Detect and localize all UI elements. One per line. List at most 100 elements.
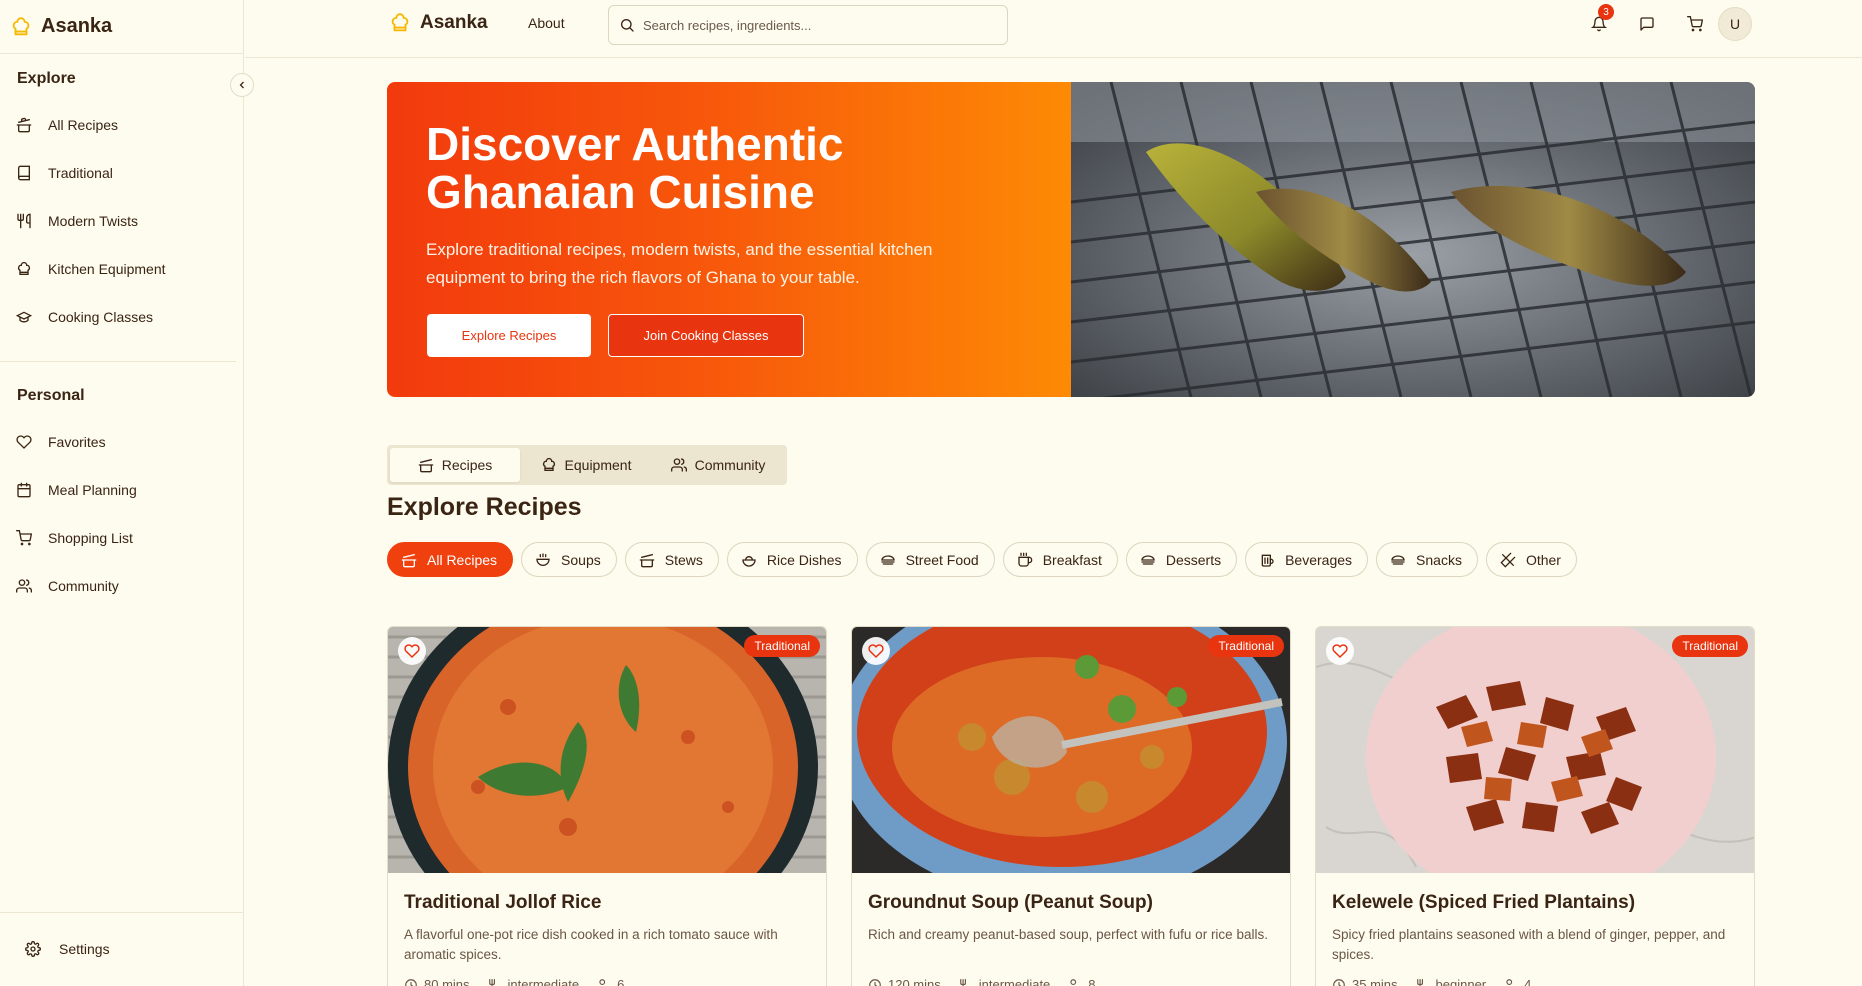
sidebar-item-label: Settings xyxy=(59,941,110,957)
hero-image-grilled-plantains xyxy=(1070,82,1755,397)
header-brand-name: Asanka xyxy=(420,12,488,33)
explore-recipes-button[interactable]: Explore Recipes xyxy=(427,314,591,357)
chip-stews[interactable]: Stews xyxy=(624,542,719,577)
tab-label: Recipes xyxy=(441,457,493,473)
sidebar-item-favorites[interactable]: Favorites xyxy=(16,430,106,454)
recipe-image-jollof-rice: Traditional xyxy=(388,627,826,873)
recipe-description: Rich and creamy peanut-based soup, perfe… xyxy=(868,927,1268,942)
chip-all-recipes[interactable]: All Recipes xyxy=(387,542,514,577)
pot-icon xyxy=(639,553,655,567)
tab-equipment[interactable]: Equipment xyxy=(520,448,652,482)
recipe-meta: 80 mins intermediate 6 xyxy=(404,977,624,986)
recipe-card[interactable]: Traditional Groundnut Soup (Peanut Soup)… xyxy=(851,626,1291,986)
explore-section-title: Explore xyxy=(17,70,76,87)
sidebar-item-modern-twists[interactable]: Modern Twists xyxy=(16,209,138,233)
recipe-title[interactable]: Kelewele (Spiced Fried Plantains) xyxy=(1332,892,1635,914)
chip-label: All Recipes xyxy=(427,551,498,568)
chef-hat-icon xyxy=(18,262,30,275)
sidebar-item-label: All Recipes xyxy=(48,117,119,133)
notifications-button[interactable]: 3 xyxy=(1587,4,1614,36)
soup-bowl-icon xyxy=(536,552,550,566)
sidebar-item-community[interactable]: Community xyxy=(16,574,119,598)
favorite-button[interactable] xyxy=(1326,637,1354,665)
recipe-card[interactable]: Traditional Traditional Jollof Rice A fl… xyxy=(387,626,827,986)
favorite-button[interactable] xyxy=(862,637,890,665)
hero-text-panel: Discover Authentic Ghanaian Cuisine Expl… xyxy=(387,82,1071,397)
sidebar-item-traditional[interactable]: Traditional xyxy=(16,161,113,185)
chip-street-food[interactable]: Street Food xyxy=(865,542,995,577)
users-icon xyxy=(670,458,687,472)
difficulty-value: beginner xyxy=(1435,977,1487,986)
sidebar-item-label: Community xyxy=(48,578,119,594)
chip-other[interactable]: Other xyxy=(1485,542,1577,577)
recipe-description: A flavorful one-pot rice dish cooked in … xyxy=(404,927,778,962)
cart-button[interactable] xyxy=(1683,12,1707,36)
heart-icon xyxy=(404,644,420,659)
sidebar-item-kitchen-equipment[interactable]: Kitchen Equipment xyxy=(16,257,166,281)
header-brand[interactable]: Asanka xyxy=(389,12,488,34)
chip-beverages[interactable]: Beverages xyxy=(1245,542,1369,577)
servings-value: 6 xyxy=(617,977,625,986)
tab-recipes[interactable]: Recipes xyxy=(390,448,520,482)
book-icon xyxy=(18,165,30,181)
sidebar-item-label: Traditional xyxy=(48,165,113,181)
personal-section-title: Personal xyxy=(17,387,85,404)
cook-time-value: 35 mins xyxy=(1352,977,1398,986)
sidebar-item-cooking-classes[interactable]: Cooking Classes xyxy=(16,305,153,329)
content-tabs: Recipes Equipment Community xyxy=(387,445,787,485)
sandwich-icon xyxy=(1391,554,1405,565)
servings-value: 8 xyxy=(1088,977,1096,986)
search-icon xyxy=(621,19,634,32)
sidebar-item-all-recipes[interactable]: All Recipes xyxy=(16,113,118,137)
gear-icon xyxy=(25,941,41,957)
chip-label: Desserts xyxy=(1165,551,1222,568)
user-avatar[interactable]: U xyxy=(1718,7,1752,41)
utensils-icon xyxy=(488,978,495,986)
collapse-sidebar-button[interactable] xyxy=(230,73,254,97)
chip-snacks[interactable]: Snacks xyxy=(1376,542,1478,577)
pot-icon xyxy=(16,117,32,133)
chevron-left-icon xyxy=(239,81,244,89)
users-icon xyxy=(1505,978,1514,986)
recipe-description: Spicy fried plantains seasoned with a bl… xyxy=(1332,927,1726,962)
tab-community[interactable]: Community xyxy=(652,448,784,482)
about-link[interactable]: About xyxy=(528,15,565,31)
chip-soups[interactable]: Soups xyxy=(521,542,617,577)
coffee-icon xyxy=(1018,552,1032,567)
chef-hat-logo-icon xyxy=(12,16,30,35)
sidebar-item-shopping-list[interactable]: Shopping List xyxy=(16,526,133,550)
sidebar-item-meal-planning[interactable]: Meal Planning xyxy=(16,478,137,502)
sidebar-item-settings[interactable]: Settings xyxy=(25,937,110,961)
recipe-title[interactable]: Groundnut Soup (Peanut Soup) xyxy=(868,892,1153,914)
sidebar: Asanka Explore All Recipes Traditional M… xyxy=(0,0,254,986)
recipe-title[interactable]: Traditional Jollof Rice xyxy=(404,892,601,914)
join-cooking-classes-button[interactable]: Join Cooking Classes xyxy=(608,314,804,357)
sidebar-footer: Settings xyxy=(0,912,244,986)
clock-icon xyxy=(405,978,417,986)
chip-label: Street Food xyxy=(905,551,979,568)
favorite-button[interactable] xyxy=(398,637,426,665)
cart-icon xyxy=(1687,16,1703,32)
messages-button[interactable] xyxy=(1635,12,1659,36)
chip-label: Snacks xyxy=(1416,551,1462,568)
search-box[interactable] xyxy=(608,5,1008,45)
explore-recipes-heading: Explore Recipes xyxy=(387,493,582,521)
clock-icon xyxy=(869,978,881,986)
difficulty: intermediate xyxy=(959,977,1051,986)
utensils-icon xyxy=(1416,978,1423,986)
sidebar-item-label: Kitchen Equipment xyxy=(48,261,166,277)
difficulty-value: intermediate xyxy=(978,977,1051,986)
sidebar-brand[interactable]: Asanka xyxy=(0,0,243,54)
recipe-card[interactable]: Traditional Kelewele (Spiced Fried Plant… xyxy=(1315,626,1755,986)
recipe-meta: 120 mins intermediate 8 xyxy=(868,977,1096,986)
utensils-icon xyxy=(959,978,966,986)
graduation-cap-icon xyxy=(16,311,32,323)
chip-rice-dishes[interactable]: Rice Dishes xyxy=(726,542,858,577)
difficulty: beginner xyxy=(1416,977,1487,986)
chip-label: Stews xyxy=(664,551,703,568)
chip-desserts[interactable]: Desserts xyxy=(1125,542,1238,577)
search-input[interactable] xyxy=(643,17,983,33)
users-icon xyxy=(598,978,606,986)
chip-breakfast[interactable]: Breakfast xyxy=(1002,542,1118,577)
calendar-icon xyxy=(17,482,31,498)
